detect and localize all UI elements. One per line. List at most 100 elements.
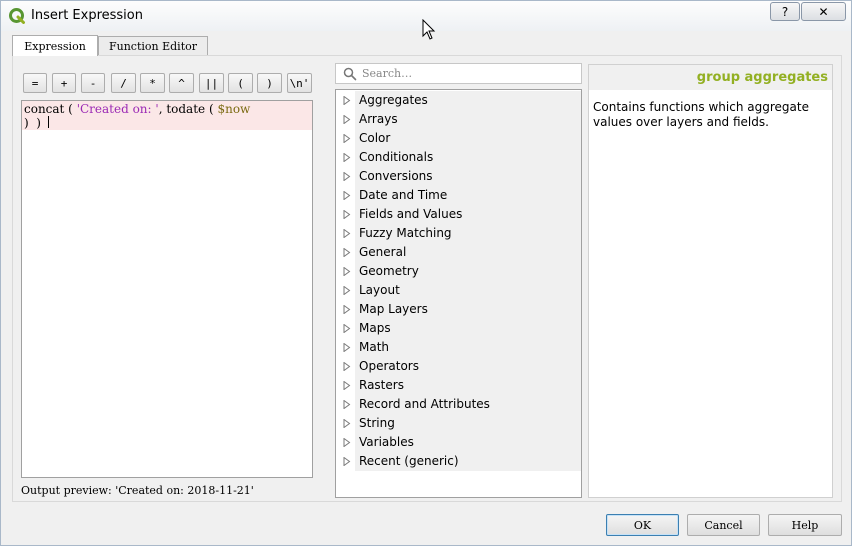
tree-item[interactable]: Geometry — [336, 262, 581, 281]
expression-editor[interactable]: concat ( 'Created on: ', todate ( $now )… — [21, 100, 313, 478]
tree-item[interactable]: Maps — [336, 319, 581, 338]
tree-item[interactable]: Math — [336, 338, 581, 357]
tree-item-label: String — [355, 414, 581, 433]
output-preview: Output preview: 'Created on: 2018-11-21' — [21, 484, 254, 497]
operator-plus-button[interactable]: + — [52, 73, 76, 93]
operator-power-button[interactable]: ^ — [169, 73, 194, 93]
tree-item-label: Variables — [355, 433, 581, 452]
expand-arrow-icon[interactable] — [343, 96, 351, 105]
expand-arrow-icon[interactable] — [343, 191, 351, 200]
tree-item[interactable]: Fields and Values — [336, 205, 581, 224]
tree-item[interactable]: Operators — [336, 357, 581, 376]
tree-item[interactable]: Conversions — [336, 167, 581, 186]
tree-item[interactable]: Recent (generic) — [336, 452, 581, 471]
expand-arrow-icon[interactable] — [343, 343, 351, 352]
expand-arrow-icon[interactable] — [343, 438, 351, 447]
expand-arrow-icon[interactable] — [343, 267, 351, 276]
tree-item-label: Math — [355, 338, 581, 357]
tree-item-label: Fields and Values — [355, 205, 581, 224]
expand-arrow-icon[interactable] — [343, 134, 351, 143]
operator-open-paren-button[interactable]: ( — [228, 73, 253, 93]
operator-equals-button[interactable]: = — [23, 73, 47, 93]
operator-multiply-button[interactable]: * — [140, 73, 165, 93]
window-title: Insert Expression — [31, 8, 143, 23]
help-button[interactable]: Help — [768, 514, 842, 536]
expand-arrow-icon[interactable] — [343, 286, 351, 295]
expand-arrow-icon[interactable] — [343, 115, 351, 124]
help-title: group aggregates — [696, 70, 828, 85]
operator-divide-button[interactable]: / — [111, 73, 136, 93]
tree-item-label: Aggregates — [355, 91, 581, 110]
tree-item-label: Operators — [355, 357, 581, 376]
tree-item[interactable]: Color — [336, 129, 581, 148]
code-string-literal: 'Created on: ' — [76, 102, 159, 116]
operator-concat-button[interactable]: || — [199, 73, 224, 93]
help-icon: ? — [781, 4, 789, 19]
cancel-button[interactable]: Cancel — [687, 514, 760, 536]
tree-item[interactable]: Date and Time — [336, 186, 581, 205]
expand-arrow-icon[interactable] — [343, 172, 351, 181]
expand-arrow-icon[interactable] — [343, 210, 351, 219]
expand-arrow-icon[interactable] — [343, 419, 351, 428]
tree-item[interactable]: General — [336, 243, 581, 262]
tree-item[interactable]: Layout — [336, 281, 581, 300]
tree-item[interactable]: Conditionals — [336, 148, 581, 167]
expand-arrow-icon[interactable] — [343, 305, 351, 314]
tree-item-label: Maps — [355, 319, 581, 338]
tree-item-label: Map Layers — [355, 300, 581, 319]
insert-expression-dialog: Insert Expression ? ✕ Expression Functio… — [0, 0, 852, 546]
tree-item-label: Rasters — [355, 376, 581, 395]
tree-item[interactable]: Arrays — [336, 110, 581, 129]
expand-arrow-icon[interactable] — [343, 362, 351, 371]
ok-button[interactable]: OK — [606, 514, 679, 536]
tree-item[interactable]: Variables — [336, 433, 581, 452]
operator-close-paren-button[interactable]: ) — [257, 73, 282, 93]
close-icon: ✕ — [818, 4, 829, 19]
expand-arrow-icon[interactable] — [343, 153, 351, 162]
code-function: , todate ( — [158, 102, 218, 116]
search-icon — [343, 67, 357, 81]
tab-expression[interactable]: Expression — [12, 35, 98, 56]
tree-item-label: Recent (generic) — [355, 452, 581, 471]
tree-item-label: Layout — [355, 281, 581, 300]
help-description: Contains functions which aggregate value… — [593, 100, 809, 129]
expression-code: concat ( 'Created on: ', todate ( $now )… — [24, 102, 310, 130]
help-header: group aggregates — [589, 65, 832, 90]
operator-minus-button[interactable]: - — [81, 73, 105, 93]
tree-item-label: Date and Time — [355, 186, 581, 205]
tree-item[interactable]: String — [336, 414, 581, 433]
tree-item-label: Arrays — [355, 110, 581, 129]
tree-item[interactable]: Record and Attributes — [336, 395, 581, 414]
title-help-button[interactable]: ? — [770, 2, 800, 21]
function-search — [335, 63, 582, 84]
tree-item-label: Conditionals — [355, 148, 581, 167]
tree-item-label: Color — [355, 129, 581, 148]
tree-item-label: Record and Attributes — [355, 395, 581, 414]
expand-arrow-icon[interactable] — [343, 381, 351, 390]
code-function: concat ( — [24, 102, 77, 116]
tree-item[interactable]: Rasters — [336, 376, 581, 395]
tree-item[interactable]: Map Layers — [336, 300, 581, 319]
operator-newline-button[interactable]: \n' — [287, 73, 312, 93]
expand-arrow-icon[interactable] — [343, 229, 351, 238]
expand-arrow-icon[interactable] — [343, 400, 351, 409]
code-variable: $now — [217, 102, 251, 116]
text-caret — [47, 116, 49, 128]
expand-arrow-icon[interactable] — [343, 457, 351, 466]
help-panel: group aggregates Contains functions whic… — [588, 64, 833, 498]
expand-arrow-icon[interactable] — [343, 248, 351, 257]
tree-item-label: Geometry — [355, 262, 581, 281]
tree-item[interactable]: Aggregates — [336, 91, 581, 110]
tree-item[interactable]: Fuzzy Matching — [336, 224, 581, 243]
mouse-pointer-icon — [422, 19, 436, 40]
qgis-logo-icon — [9, 8, 25, 24]
tree-item-label: Fuzzy Matching — [355, 224, 581, 243]
search-input[interactable] — [362, 66, 572, 81]
title-close-button[interactable]: ✕ — [801, 2, 846, 21]
tree-item-label: General — [355, 243, 581, 262]
tree-item-label: Conversions — [355, 167, 581, 186]
function-group-tree: Aggregates Arrays Color Conditionals Convers… — [335, 89, 582, 498]
tab-function-editor[interactable]: Function Editor — [98, 36, 208, 55]
expand-arrow-icon[interactable] — [343, 324, 351, 333]
code-closing: ) ) — [24, 116, 41, 130]
